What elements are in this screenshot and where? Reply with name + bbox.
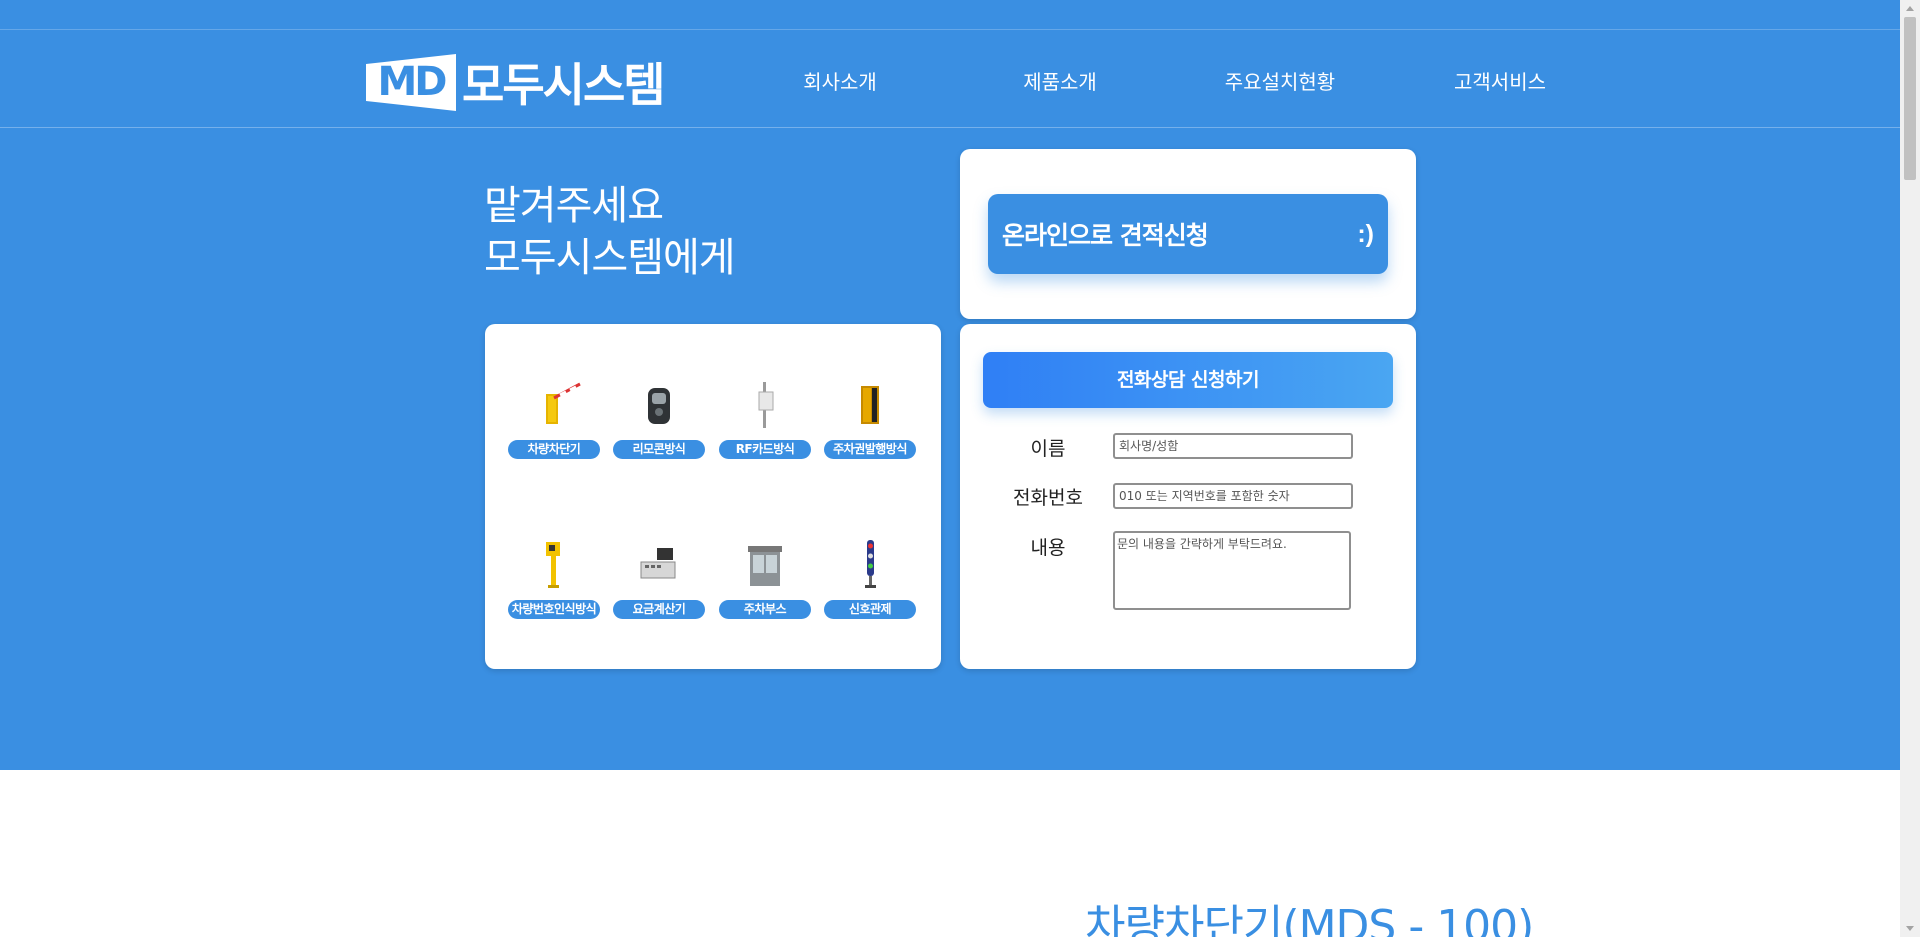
product-fee-calculator[interactable]: 요금계산기 [613,534,705,619]
hero-background: MD 모두시스템 회사소개 제품소개 주요설치현황 고객서비스 맡겨주세요 모두… [0,0,1900,770]
product-barrier-gate[interactable]: 차량차단기 [508,374,600,459]
product-label: 신호관제 [824,600,916,619]
product-label: 차량번호인식방식 [508,600,600,619]
logo-name: 모두시스템 [462,58,666,112]
site-logo[interactable]: MD 모두시스템 [366,49,666,115]
product-label: 리모콘방식 [613,440,705,459]
product-label: 주차부스 [719,600,811,619]
phone-consult-button[interactable]: 전화상담 신청하기 [983,352,1393,408]
ticket-dispenser-icon [824,374,916,434]
plate-recognition-icon [508,534,600,594]
product-ticket-dispenser[interactable]: 주차권발행방식 [824,374,916,459]
product-parking-booth[interactable]: 주차부스 [719,534,811,619]
section-title: 차량차단기(MDS - 100) [1085,901,1534,937]
page-scrollbar[interactable] [1900,0,1920,937]
name-input[interactable] [1113,433,1353,459]
products-card: 차량차단기 리모콘방식 RF카드방식 주차권발행방식 차량번호인식방식 요금계산… [485,324,941,669]
estimate-card: 온라인으로 견적신청 :) [960,149,1416,319]
nav-item-products[interactable]: 제품소개 [980,66,1140,95]
scroll-up-icon[interactable] [1900,0,1920,17]
barrier-gate-icon [508,374,600,434]
top-strip [0,0,1900,30]
product-label: RF카드방식 [719,440,811,459]
product-rf-card[interactable]: RF카드방식 [719,374,811,459]
scrollbar-thumb[interactable] [1904,17,1916,180]
smiley-icon: :) [1357,219,1374,248]
site-header: MD 모두시스템 회사소개 제품소개 주요설치현황 고객서비스 [0,30,1900,128]
parking-booth-icon [719,534,811,594]
nav-item-customer-service[interactable]: 고객서비스 [1420,66,1580,95]
product-plate-recognition[interactable]: 차량번호인식방식 [508,534,600,619]
nav-item-installations[interactable]: 주요설치현황 [1200,66,1360,95]
logo-badge-text: MD [377,59,447,105]
remote-control-icon [613,374,705,434]
phone-label: 전화번호 [1013,487,1083,509]
headline-line-2: 모두시스템에게 [484,235,736,281]
name-label: 이름 [1030,438,1066,460]
product-label: 주차권발행방식 [824,440,916,459]
product-label: 차량차단기 [508,440,600,459]
rf-card-reader-icon [719,374,811,434]
online-estimate-button[interactable]: 온라인으로 견적신청 :) [988,194,1388,274]
hero-headline: 맡겨주세요 모두시스템에게 [484,180,736,284]
content-textarea[interactable] [1113,531,1351,610]
content-label: 내용 [1030,537,1066,559]
headline-line-1: 맡겨주세요 [484,183,664,229]
product-signal-light[interactable]: 신호관제 [824,534,916,619]
product-remote-control[interactable]: 리모콘방식 [613,374,705,459]
phone-input[interactable] [1113,483,1353,509]
signal-light-icon [824,534,916,594]
phone-consult-card: 전화상담 신청하기 이름 전화번호 내용 [960,324,1416,669]
fee-calculator-icon [613,534,705,594]
logo-badge: MD [366,53,456,111]
product-label: 요금계산기 [613,600,705,619]
nav-item-company[interactable]: 회사소개 [760,66,920,95]
scroll-down-icon[interactable] [1900,920,1920,937]
estimate-button-label: 온라인으로 견적신청 [1002,221,1209,250]
